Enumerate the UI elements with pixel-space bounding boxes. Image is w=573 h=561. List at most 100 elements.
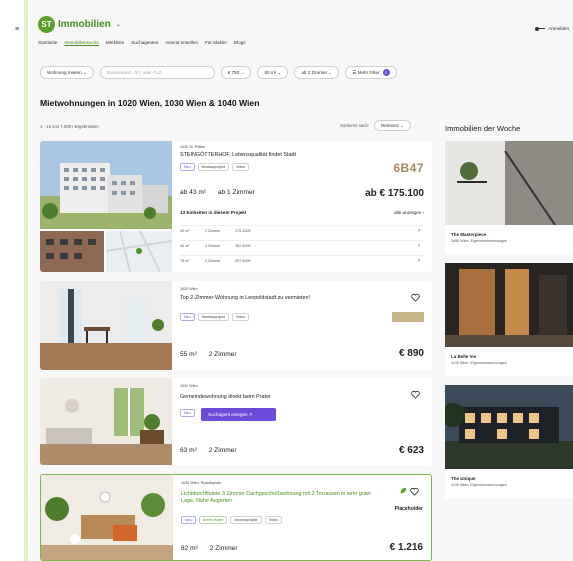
heart-icon[interactable]	[410, 487, 419, 496]
units-show-all-link[interactable]: alle anzeigen ›	[394, 210, 424, 215]
sort-value: Relevanz	[381, 123, 400, 128]
listing-area: ab 43 m²	[180, 189, 207, 196]
filter-area-label: 60 m²	[264, 70, 277, 75]
listing-rooms: 2 Zimmer	[208, 447, 237, 454]
interior-photo	[40, 378, 172, 465]
unit-price: 282.500€	[235, 244, 251, 248]
menu-icon[interactable]: ≡	[15, 26, 19, 33]
listing-facts: 82 m² 2 Zimmer	[181, 545, 248, 552]
listing-tags: Neu Neubauprojekt Video	[180, 313, 252, 321]
sort-dropdown[interactable]: Relevanz ⌄	[374, 120, 411, 131]
filter-bar: Wohnung mieten ⌄ Bundesland, Ort, oder P…	[40, 66, 403, 79]
listing-facts: 63 m² 2 Zimmer	[180, 447, 247, 454]
listing-rooms: 2 Zimmer	[208, 351, 237, 358]
unit-price: 175.100€	[235, 229, 251, 233]
tag-neu: Neu	[181, 516, 196, 524]
listing-price: € 1.216	[389, 542, 423, 553]
tag-neubauprojekt: Neubauprojekt	[197, 163, 229, 171]
featured-name: The Unique	[451, 476, 476, 481]
listing-body: 1020 Wien Gemeindewohnung direkt beim Pr…	[180, 378, 432, 465]
unit-rooms: 2 Zimmer	[205, 229, 221, 233]
listing-tags: Neu Green Home Neubauprojekt Video	[181, 516, 285, 524]
listing-tags: Neu Neubauprojekt Video	[180, 163, 252, 171]
featured-property-card[interactable]: La Belle Vie 1190 Wien, Eigentumswohnung…	[445, 263, 573, 376]
nav-inserat-erstellen[interactable]: Inserat erstellen	[165, 40, 198, 45]
listing-photo[interactable]	[40, 378, 172, 465]
page-title: Mietwohnungen in 1020 Wien, 1030 Wien & …	[40, 98, 260, 108]
save-search-button[interactable]: Suchagent anlegen ✕	[201, 408, 276, 421]
nav-fuer-makler[interactable]: Für Makler	[205, 40, 227, 45]
agency-logo	[392, 312, 424, 322]
listing-photo[interactable]	[40, 141, 173, 272]
listing-location: 1020 Wien	[180, 287, 198, 291]
listing-title[interactable]: Top 2-Zimmer-Wohnung in Leopoldstadt zu …	[180, 295, 310, 302]
unit-row[interactable]: 43 m² 2 Zimmer 175.100€ ›	[180, 225, 424, 236]
save-search-label: Suchagent anlegen	[208, 412, 248, 417]
featured-name: The Masterpiece	[451, 232, 487, 237]
unit-area: 78 m²	[180, 259, 190, 263]
more-filters-label: Mehr Filter	[357, 70, 380, 75]
unit-rooms: 3 Zimmer	[205, 244, 221, 248]
listing-price: € 623	[398, 445, 424, 456]
heart-icon[interactable]	[411, 390, 420, 399]
filter-count-badge: 2	[382, 69, 390, 76]
tag-neu: Neu	[180, 313, 195, 321]
chevron-right-icon: ›	[418, 228, 420, 234]
key-icon	[535, 26, 546, 31]
tag-neubauprojekt: Neubauprojekt	[197, 313, 229, 321]
leaf-icon	[400, 487, 407, 494]
listing-rooms: 2 Zimmer	[209, 545, 238, 552]
brand-logo: 6B47	[393, 161, 424, 175]
listing-title[interactable]: Lichtdurchflutete 3 Zimmer Dachgeschoßwo…	[181, 491, 386, 505]
featured-photo	[445, 263, 573, 347]
listing-title[interactable]: STEINGÖTTERHOF, Lebensqualität findet St…	[180, 152, 296, 159]
sort-label: Sortieren nach:	[340, 123, 370, 128]
login-button[interactable]: Anmelden	[535, 26, 569, 31]
logo-text: Immobilien	[58, 19, 111, 30]
unit-area: 46 m²	[180, 244, 190, 248]
listing-facts: 55 m² 2 Zimmer	[180, 351, 247, 358]
location-search-input[interactable]: Bundesland, Ort, oder PLZ	[99, 66, 215, 79]
featured-photo	[441, 385, 573, 469]
listing-card[interactable]: 1030 Wien, Rudolfsplatz Lichtdurchflutet…	[40, 474, 432, 561]
listing-tags: Neu	[180, 409, 198, 417]
featured-property-card[interactable]: The Unique 1190 Wien, Eigentumswohnungen	[441, 385, 573, 498]
close-icon[interactable]: ✕	[249, 412, 253, 418]
featured-property-card[interactable]: The Masterpiece 1080 Wien, Eigentumswohn…	[445, 141, 573, 254]
tag-video: Video	[264, 516, 282, 524]
logo[interactable]: ST Immobilien ⌄	[38, 16, 121, 33]
listing-photo[interactable]	[40, 281, 172, 370]
listing-card[interactable]: 1030 St. Pölten STEINGÖTTERHOF, Lebensqu…	[40, 141, 432, 272]
chevron-down-icon[interactable]: ⌄	[116, 21, 121, 28]
unit-rooms: 2 Zimmer	[205, 259, 221, 263]
unit-row[interactable]: 46 m² 3 Zimmer 282.500€ ›	[180, 240, 424, 251]
listing-card[interactable]: 1020 Wien Top 2-Zimmer-Wohnung in Leopol…	[40, 281, 432, 370]
nav-suchagenten[interactable]: Suchagenten	[131, 40, 158, 45]
nav-startseite[interactable]: Startseite	[38, 40, 57, 45]
left-rail: ≡	[0, 0, 30, 561]
filter-rooms-dropdown[interactable]: ab 2 Zimmer ⌄	[294, 66, 340, 79]
filter-type-dropdown[interactable]: Wohnung mieten ⌄	[40, 66, 94, 79]
nav-merkliste[interactable]: Merkliste	[106, 40, 124, 45]
filter-price-label: € 750	[227, 70, 240, 75]
listing-title[interactable]: Gemeindewohnung direkt beim Prater	[180, 394, 271, 401]
filter-area-dropdown[interactable]: 60 m² ⌄	[257, 66, 289, 79]
nav-immobiliensuche[interactable]: Immobiliensuche	[64, 40, 98, 45]
tag-neu: Neu	[180, 163, 195, 171]
sidebar-title: Immobilien der Woche	[445, 124, 521, 133]
units-show-all-label: alle anzeigen	[394, 210, 422, 215]
listing-photo[interactable]	[41, 475, 173, 560]
more-filters-button[interactable]: ☰ Mehr Filter 2	[345, 66, 397, 79]
tag-video: Video	[231, 163, 250, 171]
listing-area: 63 m²	[180, 447, 197, 454]
main-nav: Startseite Immobiliensuche Merkliste Suc…	[38, 40, 253, 45]
filter-price-dropdown[interactable]: € 750 ⌄	[220, 66, 252, 79]
listing-location: 1030 Wien, Rudolfsplatz	[181, 481, 221, 485]
heart-icon[interactable]	[411, 293, 420, 302]
tag-neubauprojekt: Neubauprojekt	[230, 516, 262, 524]
featured-photo	[445, 141, 573, 226]
listing-rooms: ab 1 Zimmer	[217, 189, 255, 196]
listing-card[interactable]: 1020 Wien Gemeindewohnung direkt beim Pr…	[40, 378, 432, 465]
unit-row[interactable]: 78 m² 2 Zimmer 297.000€ ›	[180, 255, 424, 266]
nav-blogs[interactable]: Blogs	[234, 40, 246, 45]
